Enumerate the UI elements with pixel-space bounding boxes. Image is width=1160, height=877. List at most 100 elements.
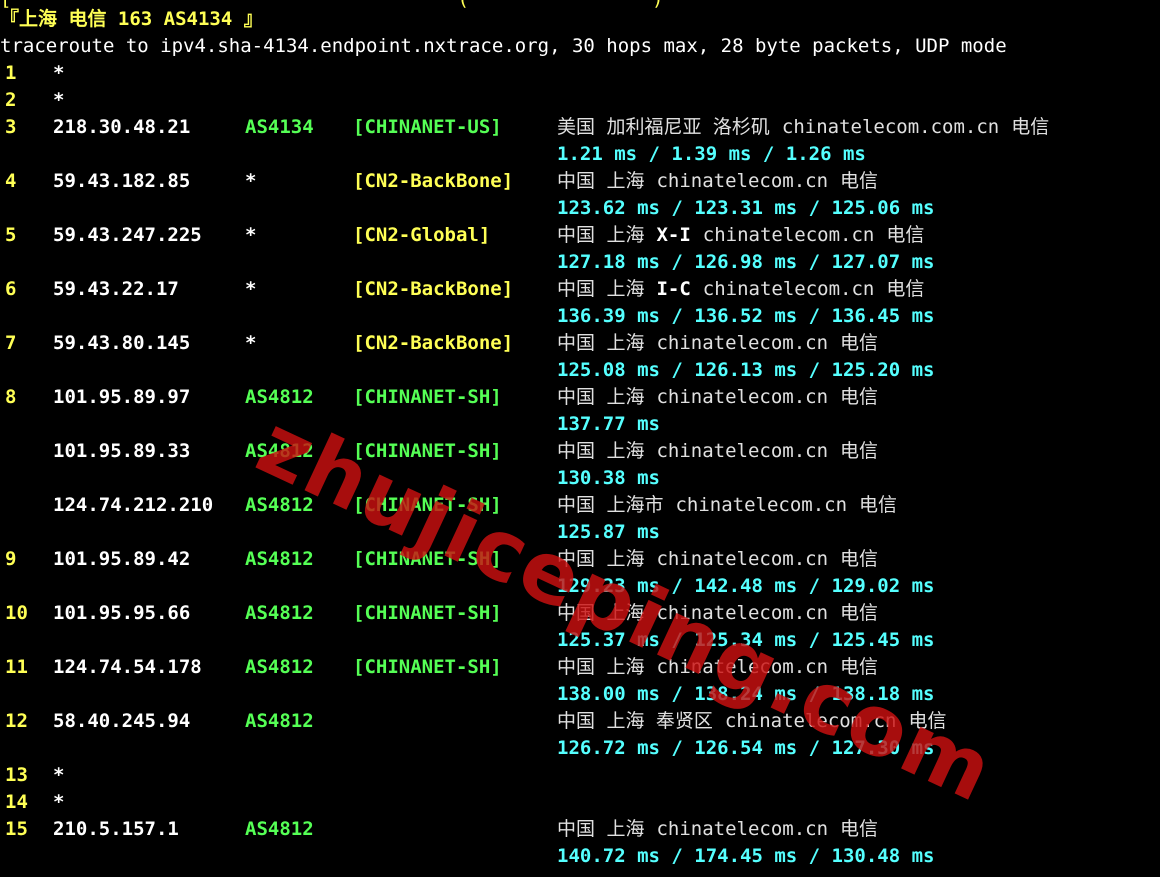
hop-hostname: chinatelecom.cn [656,602,829,624]
hop-hostname: chinatelecom.cn [702,224,875,246]
hop-network-tag: [CN2-BackBone] [353,278,514,300]
hop-row: 10 101.95.95.66 AS4812 [CHINANET-SH] 中国 上海 ch… [0,600,1160,627]
hop-row: 5 59.43.247.225 * [CN2-Global] 中国 上海 X-I china… [0,222,1160,249]
hop-row: 7 59.43.80.145 * [CN2-BackBone] 中国 上海 chinate… [0,330,1160,357]
hop-asn: * [245,170,257,192]
hop-number: 8 [5,386,17,408]
hop-number: 14 [5,791,28,813]
hop-hostname: chinatelecom.cn [656,818,829,840]
hop-asn: AS4812 [245,818,314,840]
hop-geo: 中国 上海 [557,386,645,408]
hop-interface-tag: X-I [656,224,691,246]
hop-rtt-row: 125.08 ms / 126.13 ms / 125.20 ms [0,357,1160,384]
hop-number: 3 [5,116,17,138]
hop-rtt: 125.08 ms / 126.13 ms / 125.20 ms [557,359,935,381]
hop-geo: 中国 上海 [557,602,645,624]
hop-isp: 电信 [840,656,879,678]
hop-geo-group: 中国 上海 chinatelecom.cn 电信 [557,600,878,627]
hop-ip: * [53,62,65,84]
hop-geo: 中国 上海 [557,656,645,678]
hop-asn: AS4812 [245,710,314,732]
hop-asn: AS4812 [245,440,314,462]
hop-ip: 101.95.89.42 [53,548,191,570]
hop-rtt-row: 125.37 ms / 125.34 ms / 125.45 ms [0,627,1160,654]
hop-geo-group: 中国 上海 chinatelecom.cn 电信 [557,330,878,357]
hop-isp: 电信 [886,278,925,300]
hop-rtt: 137.77 ms [557,413,660,435]
hop-ip: 59.43.22.17 [53,278,179,300]
hop-ip: 59.43.247.225 [53,224,202,246]
hop-hostname: chinatelecom.cn [656,386,829,408]
hop-rtt-row: 127.18 ms / 126.98 ms / 127.07 ms [0,249,1160,276]
hop-number: 2 [5,89,17,111]
hop-number: 7 [5,332,17,354]
hop-network-tag: [CHINANET-US] [353,116,502,138]
hop-row: 8 101.95.89.97 AS4812 [CHINANET-SH] 中国 上海 chi… [0,384,1160,411]
hop-rtt: 130.38 ms [557,467,660,489]
hop-rtt: 127.18 ms / 126.98 ms / 127.07 ms [557,251,935,273]
hop-rtt: 125.37 ms / 125.34 ms / 125.45 ms [557,629,935,651]
hop-row: 9 101.95.89.42 AS4812 [CHINANET-SH] 中国 上海 chi… [0,546,1160,573]
hop-isp: 电信 [840,440,879,462]
hop-number: 12 [5,710,28,732]
hop-ip: * [53,89,65,111]
hop-isp: 电信 [886,224,925,246]
hop-hostname: chinatelecom.cn [656,656,829,678]
hop-number: 9 [5,548,17,570]
hop-network-tag: [CHINANET-SH] [353,656,502,678]
hop-rtt: 1.21 ms / 1.39 ms / 1.26 ms [557,143,866,165]
hop-row: 4 59.43.182.85 * [CN2-BackBone] 中国 上海 chinate… [0,168,1160,195]
hop-interface-tag: I-C [656,278,691,300]
hop-ip: 101.95.89.97 [53,386,191,408]
hop-rtt: 126.72 ms / 126.54 ms / 127.30 ms [557,737,935,759]
hop-number: 11 [5,656,28,678]
hop-hostname: chinatelecom.cn [675,494,848,516]
traceroute-command-line: traceroute to ipv4.sha-4134.endpoint.nxt… [0,35,1007,57]
hop-geo-group: 中国 上海 chinatelecom.cn 电信 [557,816,878,843]
hop-geo: 中国 上海 奉贤区 [557,710,713,732]
hop-ip: 59.43.80.145 [53,332,191,354]
hop-geo-group: 中国 上海 chinatelecom.cn 电信 [557,546,878,573]
hop-isp: 电信 [908,710,947,732]
hop-geo-group: 中国 上海 chinatelecom.cn 电信 [557,168,878,195]
hop-isp: 电信 [840,332,879,354]
hop-network-tag: [CN2-BackBone] [353,332,514,354]
hop-hostname: chinatelecom.cn [656,170,829,192]
hop-rtt: 136.39 ms / 136.52 ms / 136.45 ms [557,305,935,327]
hop-network-tag: [CN2-BackBone] [353,170,514,192]
hop-network-tag: [CN2-Global] [353,224,491,246]
hop-hostname: chinatelecom.com.cn [781,116,1000,138]
hop-network-tag: [CHINANET-SH] [353,548,502,570]
hop-asn: * [245,278,257,300]
hop-geo: 中国 上海 [557,440,645,462]
hop-hostname: chinatelecom.cn [656,548,829,570]
hop-asn: AS4134 [245,116,314,138]
hop-rtt-row: 123.62 ms / 123.31 ms / 125.06 ms [0,195,1160,222]
hop-row: 13 * [0,762,1160,789]
hop-isp: 电信 [840,386,879,408]
hop-network-tag: [CHINANET-SH] [353,602,502,624]
hop-rtt-row: 138.00 ms / 138.24 ms / 138.18 ms [0,681,1160,708]
hop-isp: 电信 [840,548,879,570]
hop-network-tag: [CHINANET-SH] [353,386,502,408]
hop-ip: 101.95.89.33 [53,440,191,462]
hop-geo-group: 中国 上海 chinatelecom.cn 电信 [557,438,878,465]
hop-isp: 电信 [859,494,898,516]
hop-number: 4 [5,170,17,192]
hop-number: 6 [5,278,17,300]
hop-ip: 124.74.212.210 [53,494,214,516]
terminal-window[interactable]: [ ( ) 『上海 电信 163 AS4134 』 traceroute to … [0,0,1160,877]
hop-geo: 中国 上海 [557,224,645,246]
hop-ip: 218.30.48.21 [53,116,191,138]
hop-row: 14 * [0,789,1160,816]
hop-number: 5 [5,224,17,246]
hop-geo-group: 中国 上海 奉贤区 chinatelecom.cn 电信 [557,708,947,735]
hop-geo-group: 中国 上海 I-C chinatelecom.cn 电信 [557,276,924,303]
hop-number: 1 [5,62,17,84]
hop-isp: 电信 [1011,116,1050,138]
hop-row: 101.95.89.33 AS4812 [CHINANET-SH] 中国 上海 chin… [0,438,1160,465]
hop-rtt-row: 136.39 ms / 136.52 ms / 136.45 ms [0,303,1160,330]
hop-network-tag: [CHINANET-SH] [353,494,502,516]
hop-row: 2 * [0,87,1160,114]
hop-geo: 中国 上海 [557,332,645,354]
